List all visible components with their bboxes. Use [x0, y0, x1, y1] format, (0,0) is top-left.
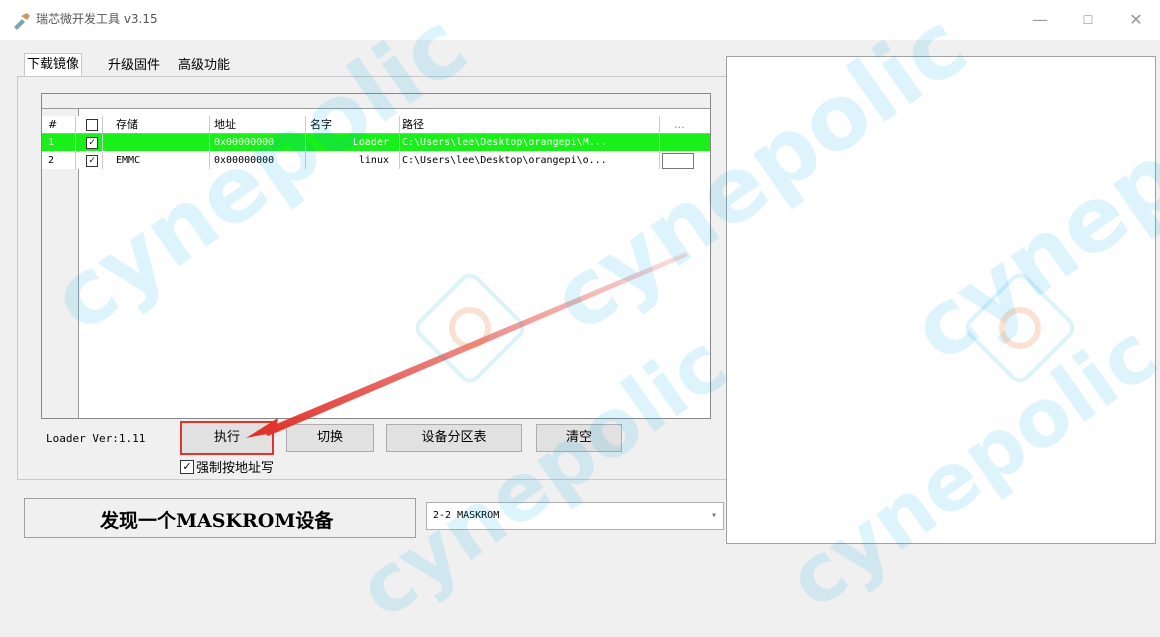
row-storage[interactable]	[102, 134, 210, 151]
clear-button[interactable]: 清空	[536, 424, 622, 452]
column-header-path: 路径	[400, 116, 660, 133]
column-header-name: 名字	[306, 116, 400, 133]
watermark-gear-icon	[415, 273, 525, 383]
loader-version: Loader Ver:1.11	[46, 432, 146, 445]
maximize-button[interactable]: ☐	[1068, 8, 1108, 32]
force-address-checkbox[interactable]: ✓	[180, 460, 194, 474]
row-browse-cell[interactable]	[660, 152, 710, 169]
select-all-checkbox[interactable]	[86, 119, 98, 131]
app-icon	[14, 13, 30, 30]
table-top-strip	[42, 94, 710, 109]
watermark-gear-icon	[965, 273, 1075, 383]
table-row[interactable]: 1 ✓ 0x00000000 Loader C:\Users\lee\Deskt…	[42, 134, 710, 151]
table-header: # 存储 地址 名字 路径 ...	[42, 116, 710, 134]
row-index: 2	[42, 152, 76, 169]
row-address[interactable]: 0x00000000	[210, 134, 306, 151]
title-bar	[0, 0, 1160, 40]
column-header-address: 地址	[210, 116, 306, 133]
column-header-storage: 存储	[102, 116, 210, 133]
partition-table-button[interactable]: 设备分区表	[386, 424, 522, 452]
tab-upgrade-firmware[interactable]: 升级固件	[106, 55, 162, 77]
tab-download-image[interactable]: 下载镜像	[24, 53, 83, 78]
row-browse-cell	[660, 134, 710, 151]
log-panel[interactable]	[726, 56, 1156, 544]
status-text: 发现一个MASKROM设备	[100, 510, 334, 532]
browse-button[interactable]	[662, 153, 694, 169]
row-name[interactable]: linux	[306, 152, 400, 169]
chevron-down-icon: ▾	[710, 510, 717, 521]
row-index: 1	[42, 134, 76, 151]
device-select-value: 2-2 MASKROM	[433, 510, 500, 521]
column-header-index: #	[42, 116, 76, 133]
row-checkbox[interactable]: ✓	[86, 137, 98, 149]
row-path[interactable]: C:\Users\lee\Desktop\orangepi\o...	[400, 152, 660, 169]
row-checkbox[interactable]: ✓	[86, 155, 98, 167]
device-select[interactable]: 2-2 MASKROM ▾	[426, 502, 724, 530]
execute-button[interactable]: 执行	[180, 421, 274, 455]
force-address-label[interactable]: 强制按地址写	[196, 457, 274, 476]
row-storage[interactable]: EMMC	[102, 152, 210, 169]
close-button[interactable]: ✕	[1116, 8, 1156, 32]
row-address[interactable]: 0x00000000	[210, 152, 306, 169]
image-table: # 存储 地址 名字 路径 ... 1 ✓ 0x00000000 Loader …	[41, 93, 711, 419]
column-header-check[interactable]	[78, 116, 103, 133]
row-checkbox-cell[interactable]: ✓	[78, 152, 103, 169]
switch-button[interactable]: 切换	[286, 424, 374, 452]
minimize-button[interactable]: —	[1020, 8, 1060, 32]
window-title: 瑞芯微开发工具 v3.15	[36, 12, 158, 26]
row-checkbox-cell[interactable]: ✓	[78, 134, 103, 151]
row-path[interactable]: C:\Users\lee\Desktop\orangepi\M...	[400, 134, 660, 151]
column-header-browse: ...	[674, 118, 685, 131]
tab-advanced[interactable]: 高级功能	[176, 55, 232, 77]
row-name[interactable]: Loader	[306, 134, 400, 151]
table-row[interactable]: 2 ✓ EMMC 0x00000000 linux C:\Users\lee\D…	[42, 152, 710, 169]
